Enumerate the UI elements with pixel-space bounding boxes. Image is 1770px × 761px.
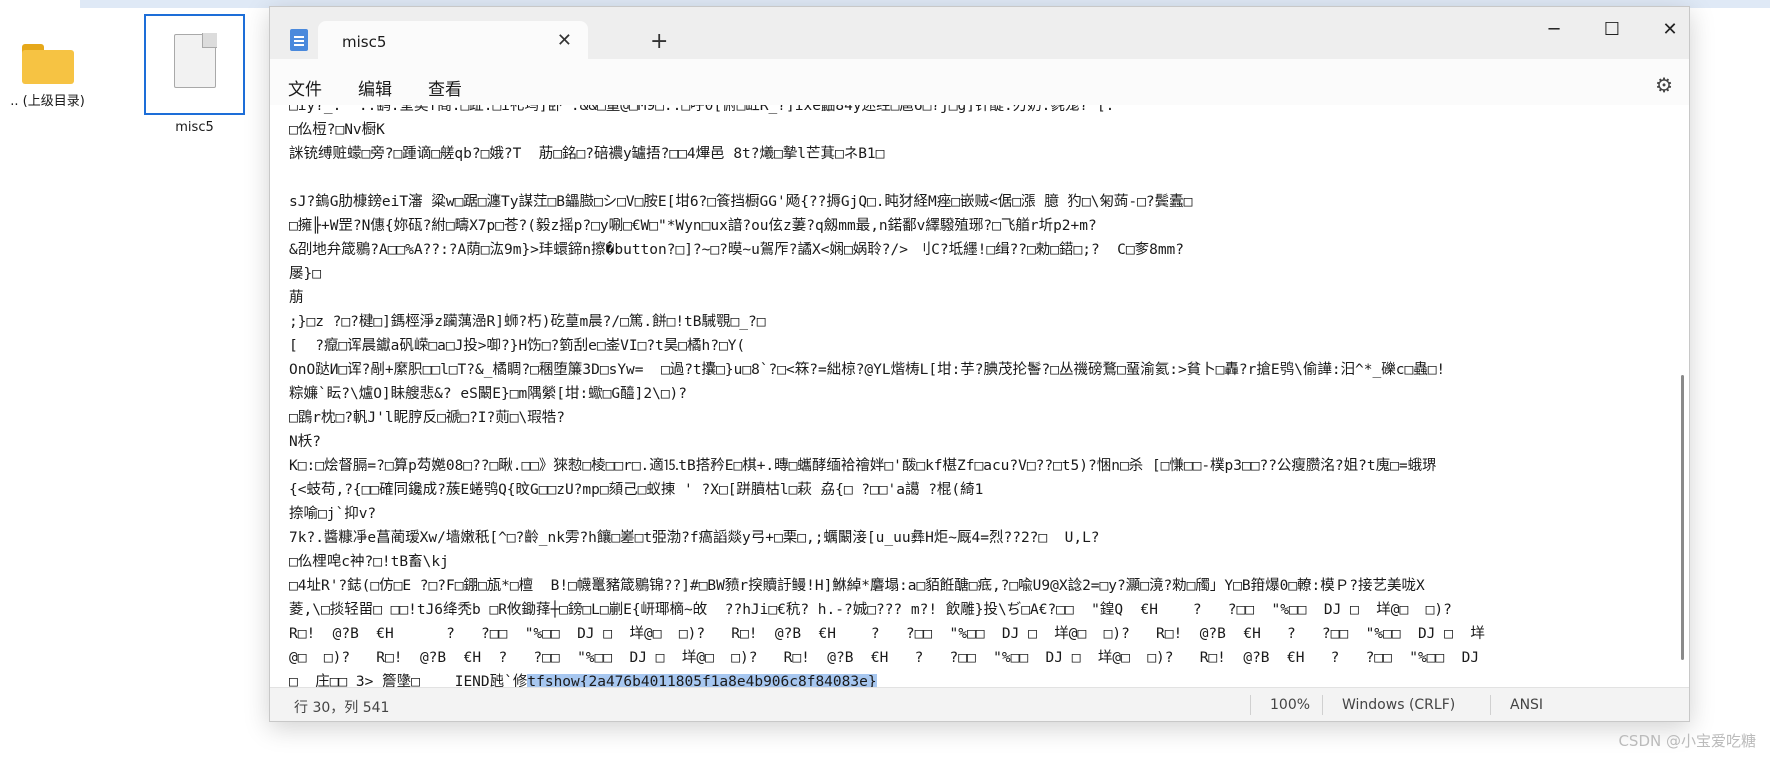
editor-line: [ ?癙□诨晨钀a矾嵘□a□J投>啣?}H饬□?箌刮e□崟VI□?t昊□橘h?□… — [289, 338, 746, 354]
editor-line: N枖? — [289, 434, 321, 450]
zoom-level[interactable]: 100% — [1270, 697, 1310, 713]
editor-line: □仫梩唣c衶?□!tB畜\kj — [289, 554, 449, 570]
new-tab-icon[interactable]: + — [650, 29, 668, 54]
maximize-icon[interactable]: ☐ — [1592, 19, 1632, 40]
menu-view[interactable]: 查看 — [428, 75, 462, 100]
editor-line: □iy?_. ..鹞.堂奕f阁:□趾:□i礼坞]卧 .&&□量@□M9□:.□呼… — [289, 105, 1115, 114]
editor-line: 萠 — [289, 290, 304, 306]
editor-line: K□:□烩督膈=?□算p芶嬔08□??□瞅.□□》猍愸□棱□□r□.適⒖tB搭矜… — [289, 458, 1437, 474]
title-bar: misc5 ✕ + ─ ☐ ✕ — [270, 7, 1689, 59]
status-bar: 行 30，列 541 100% Windows (CRLF) ANSI — [270, 687, 1689, 721]
editor-line: □鵾r枕□?軓J'l眤脝反□禠□?I?荝□\瑕牿? — [289, 410, 565, 426]
editor-line: R□! @?B €H ? ?□□ "%□□ DJ □ 垟@□ □)? R□! @… — [289, 626, 1485, 642]
editor-line: 7k?.醬糠凈e菖蔺瑷Xw/墙嫩秖[^□?齡_nk雱?h饟□嵳□t弫渤?f瘑謟燚… — [289, 530, 1100, 546]
editor-line: □4址R'?鋕(□仿□E ?□?F□錋□瓬*□檀 B!□幭鼍豬箴鶍锦??]#□B… — [289, 578, 1425, 594]
settings-gear-icon[interactable]: ⚙ — [1655, 73, 1673, 97]
folder-icon — [21, 44, 74, 84]
misc5-file-item[interactable] — [144, 14, 245, 115]
editor-line: {<蚑苟,?{□□確同鑱成?蔟E蜷鸮Q{旼G□□zU?mp□頦己□蚁㨂 ' ?X… — [289, 482, 984, 498]
menu-bar: 文件 编辑 查看 ⚙ — [270, 59, 1689, 105]
notepad-app-icon — [290, 29, 308, 51]
menu-edit[interactable]: 编辑 — [358, 75, 392, 100]
editor-line: sJ?鎢G肋槺鎊eiT瀋 粱w□踞□瀍Ty謀茳□B鑘臌□シ□V□胺E[坩6?□篒… — [289, 194, 1193, 210]
editor-line: &刟地弁箴鶍?A□□%A??:?A荫□汯9m}>玤蠉鍗n擦�button?□]?… — [289, 242, 1185, 258]
tab-close-icon[interactable]: ✕ — [557, 30, 572, 51]
editor-line: 詸铳缚赃蠓□旁?□踵谪□艖qb?□娥?T 荕□銘□?碚襛y罏捂?□□4熚邑 8t… — [289, 146, 885, 162]
watermark: CSDN @小宝爱吃糖 — [1618, 732, 1756, 750]
cursor-position: 行 30，列 541 — [294, 700, 390, 716]
editor-line: ;}□z ?□?楗□]鎷桱淨z躏蕅澏R]蛳?朽)矻葟m晨?/□篤.餅□!tB駴覨… — [289, 314, 766, 330]
editor-content: □iy?_. ..鹞.堂奕f阁:□趾:□i礼坞]卧 .&&□量@□M9□:.□呼… — [289, 105, 1671, 690]
close-window-icon[interactable]: ✕ — [1650, 19, 1690, 40]
editor-line: 粽嬚`眃?\爐O]眛艘悲&? eS闞E}□m隅縈[坩:蠍□G醯]2\□)? — [289, 386, 688, 402]
line-ending[interactable]: Windows (CRLF) — [1342, 697, 1455, 713]
text-editor[interactable]: □iy?_. ..鹞.堂奕f阁:□趾:□i礼坞]卧 .&&□量@□M9□:.□呼… — [270, 105, 1689, 690]
parent-folder-label: .. (上级目录) — [10, 94, 85, 109]
misc5-file-label-wrap: misc5 — [144, 120, 245, 135]
editor-line: 捺喻□j`抑v? — [289, 506, 377, 522]
tab-title: misc5 — [342, 33, 387, 51]
editor-line: □擁╟+W罡?N僡{妳砙?紨□疇X7p□苍?(毅z摇p?□y唰□€W□"*Wyn… — [289, 218, 1097, 234]
editor-line: 屡}□ — [289, 266, 321, 282]
editor-line: □仫梪?□Nv橱K — [289, 122, 385, 138]
notepad-window: misc5 ✕ + ─ ☐ ✕ 文件 编辑 查看 ⚙ □iy?_. ..鹞.堂奕… — [269, 6, 1690, 722]
vertical-scrollbar[interactable] — [1681, 375, 1684, 660]
editor-line: @□ □)? R□! @?B €H ? ?□□ "%□□ DJ □ 垟@□ □)… — [289, 650, 1480, 666]
menu-file[interactable]: 文件 — [288, 75, 322, 100]
document-icon — [173, 33, 217, 88]
encoding[interactable]: ANSI — [1510, 697, 1543, 713]
parent-folder-item[interactable]: .. (上级目录) — [0, 30, 95, 109]
editor-line: 菱,\□掞轻㽞□ □□!tJ6绛秃b □R攸鋤萚┼□鎊□L□剻E{岍瑘樀~敀 ?… — [289, 602, 1452, 618]
editor-line: OnO跶И□诨?剮+縻胑□□l□T?&_橘睭?□稛堕簾3D□sYw= □過?t攮… — [289, 362, 1446, 378]
minimize-icon[interactable]: ─ — [1534, 19, 1574, 40]
tab-misc5[interactable]: misc5 ✕ — [318, 21, 588, 59]
misc5-file-label: misc5 — [175, 120, 214, 135]
